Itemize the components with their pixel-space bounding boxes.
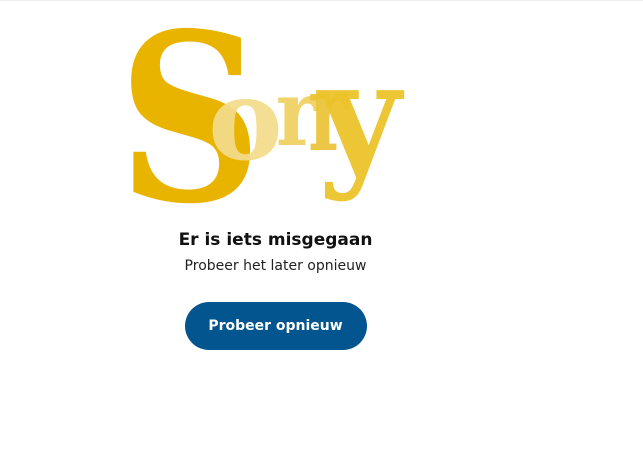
error-title: Er is iets misgegaan — [178, 230, 373, 250]
error-message-block: Er is iets misgegaan Probeer het later o… — [0, 227, 551, 350]
error-subtitle: Probeer het later opnieuw — [184, 258, 367, 274]
sorry-letter-y: y — [318, 28, 401, 204]
sorry-letter-o: o — [208, 55, 283, 186]
sorry-illustration: S o r r y — [0, 1, 643, 235]
retry-button[interactable]: Probeer opnieuw — [184, 302, 367, 350]
error-page: S o r r y Er is iets misgegaan Probeer h… — [0, 0, 643, 462]
